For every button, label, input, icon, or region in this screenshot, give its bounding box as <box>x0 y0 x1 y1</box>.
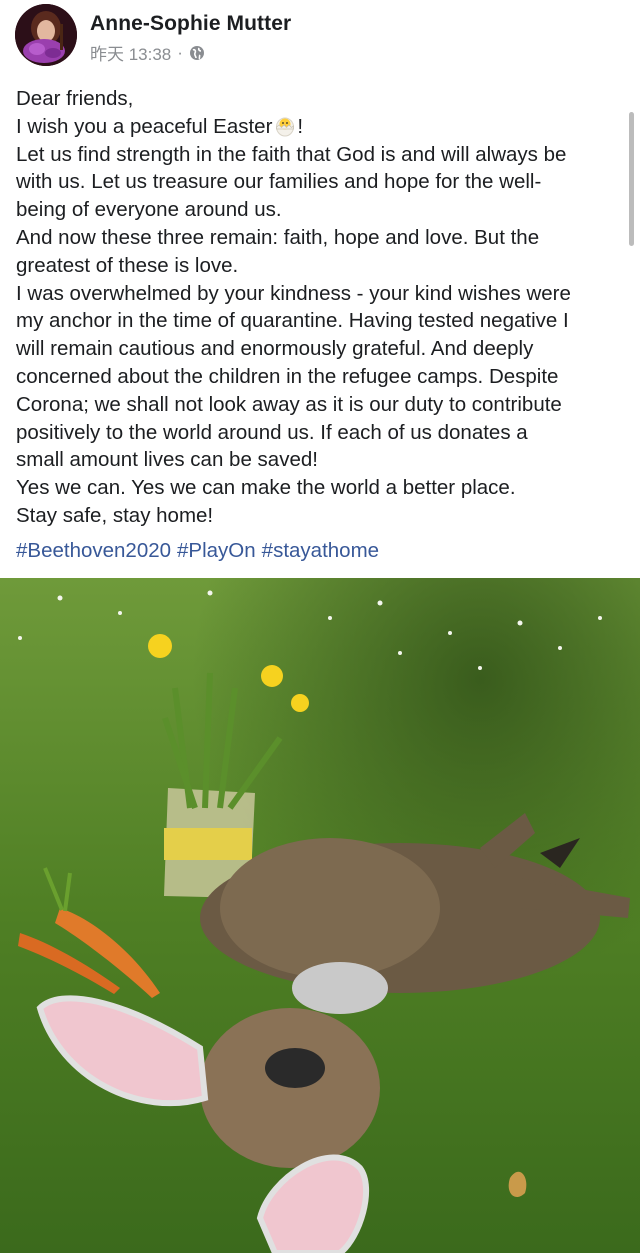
hashtag-link[interactable]: #Beethoven2020 <box>16 539 171 563</box>
author-name[interactable]: Anne-Sophie Mutter <box>90 12 291 36</box>
hatching-chick-icon <box>274 115 296 137</box>
avatar-image <box>15 4 77 66</box>
post-timestamp[interactable]: 昨天 13:38 <box>90 40 171 65</box>
post-line: Yes we can. Yes we can make the world a … <box>16 476 516 500</box>
post-line: with us. Let us treasure our families an… <box>16 170 542 194</box>
post-line: being of everyone around us. <box>16 198 282 222</box>
post-meta: 昨天 13:38 · <box>90 40 205 65</box>
post-page: Anne-Sophie Mutter 昨天 13:38 · Dear frien… <box>0 0 640 1253</box>
post-line: concerned about the children in the refu… <box>16 364 559 388</box>
post-line: greatest of these is love. <box>16 253 239 277</box>
hashtag-link[interactable]: #stayathome <box>262 539 379 563</box>
post-line: will remain cautious and enormously grat… <box>16 337 534 361</box>
post-line: I wish you a peaceful Easter <box>16 114 273 138</box>
easter-suffix: ! <box>297 114 304 138</box>
post-photo[interactable] <box>0 578 640 1253</box>
post-line: And now these three remain: faith, hope … <box>16 225 540 249</box>
scrollbar[interactable] <box>629 112 634 246</box>
post-line: Dear friends, <box>16 87 134 110</box>
post-body: Dear friends, I wish you a peaceful East… <box>16 85 628 530</box>
post-line: Corona; we shall not look away as it is … <box>16 392 562 416</box>
globe-icon <box>189 45 205 61</box>
post-line: I was overwhelmed by your kindness - you… <box>16 281 571 305</box>
photo-dog-easter-bunny <box>0 578 640 1253</box>
post-line: Stay safe, stay home! <box>16 503 214 527</box>
post-line: my anchor in the time of quarantine. Hav… <box>16 309 569 333</box>
post-line: positively to the world around us. If ea… <box>16 420 528 444</box>
hashtag-link[interactable]: #PlayOn <box>177 539 256 563</box>
post-line: small amount lives can be saved! <box>16 448 318 472</box>
hashtag-list: #Beethoven2020 #PlayOn #stayathome <box>16 539 379 563</box>
post-header: Anne-Sophie Mutter 昨天 13:38 · <box>0 0 640 80</box>
meta-separator: · <box>177 42 183 62</box>
post-line-easter: I wish you a peaceful Easter ! <box>16 113 628 141</box>
post-line: Let us find strength in the faith that G… <box>16 142 567 166</box>
author-avatar[interactable] <box>15 4 77 66</box>
